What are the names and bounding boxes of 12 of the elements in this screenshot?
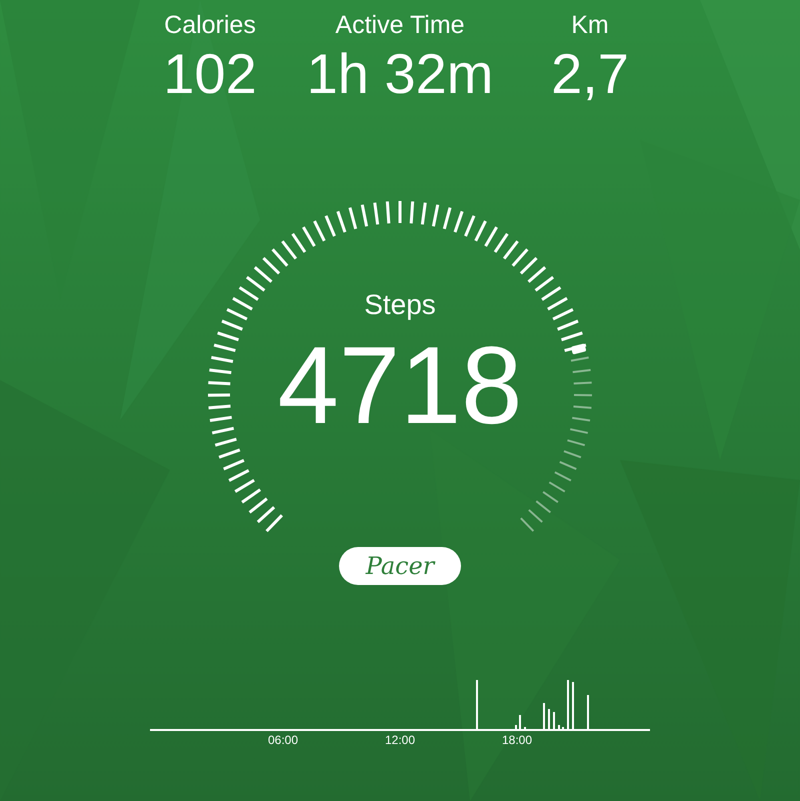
steps-count: 4718 (278, 331, 522, 441)
stat-label: Calories (163, 13, 257, 38)
stat-label: Active Time (334, 13, 466, 38)
stat-value: 2,7 (550, 46, 630, 102)
pacer-logo: Pacer (339, 547, 461, 585)
steps-label: Steps (364, 291, 436, 319)
stat-value: 102 (162, 46, 258, 102)
stat-label: Km (570, 13, 610, 38)
axis-label: 18:00 (500, 732, 534, 749)
axis-label: 06:00 (266, 732, 300, 749)
axis-label: 12:00 (384, 732, 416, 749)
stat-value: 1h 32m (306, 46, 494, 102)
